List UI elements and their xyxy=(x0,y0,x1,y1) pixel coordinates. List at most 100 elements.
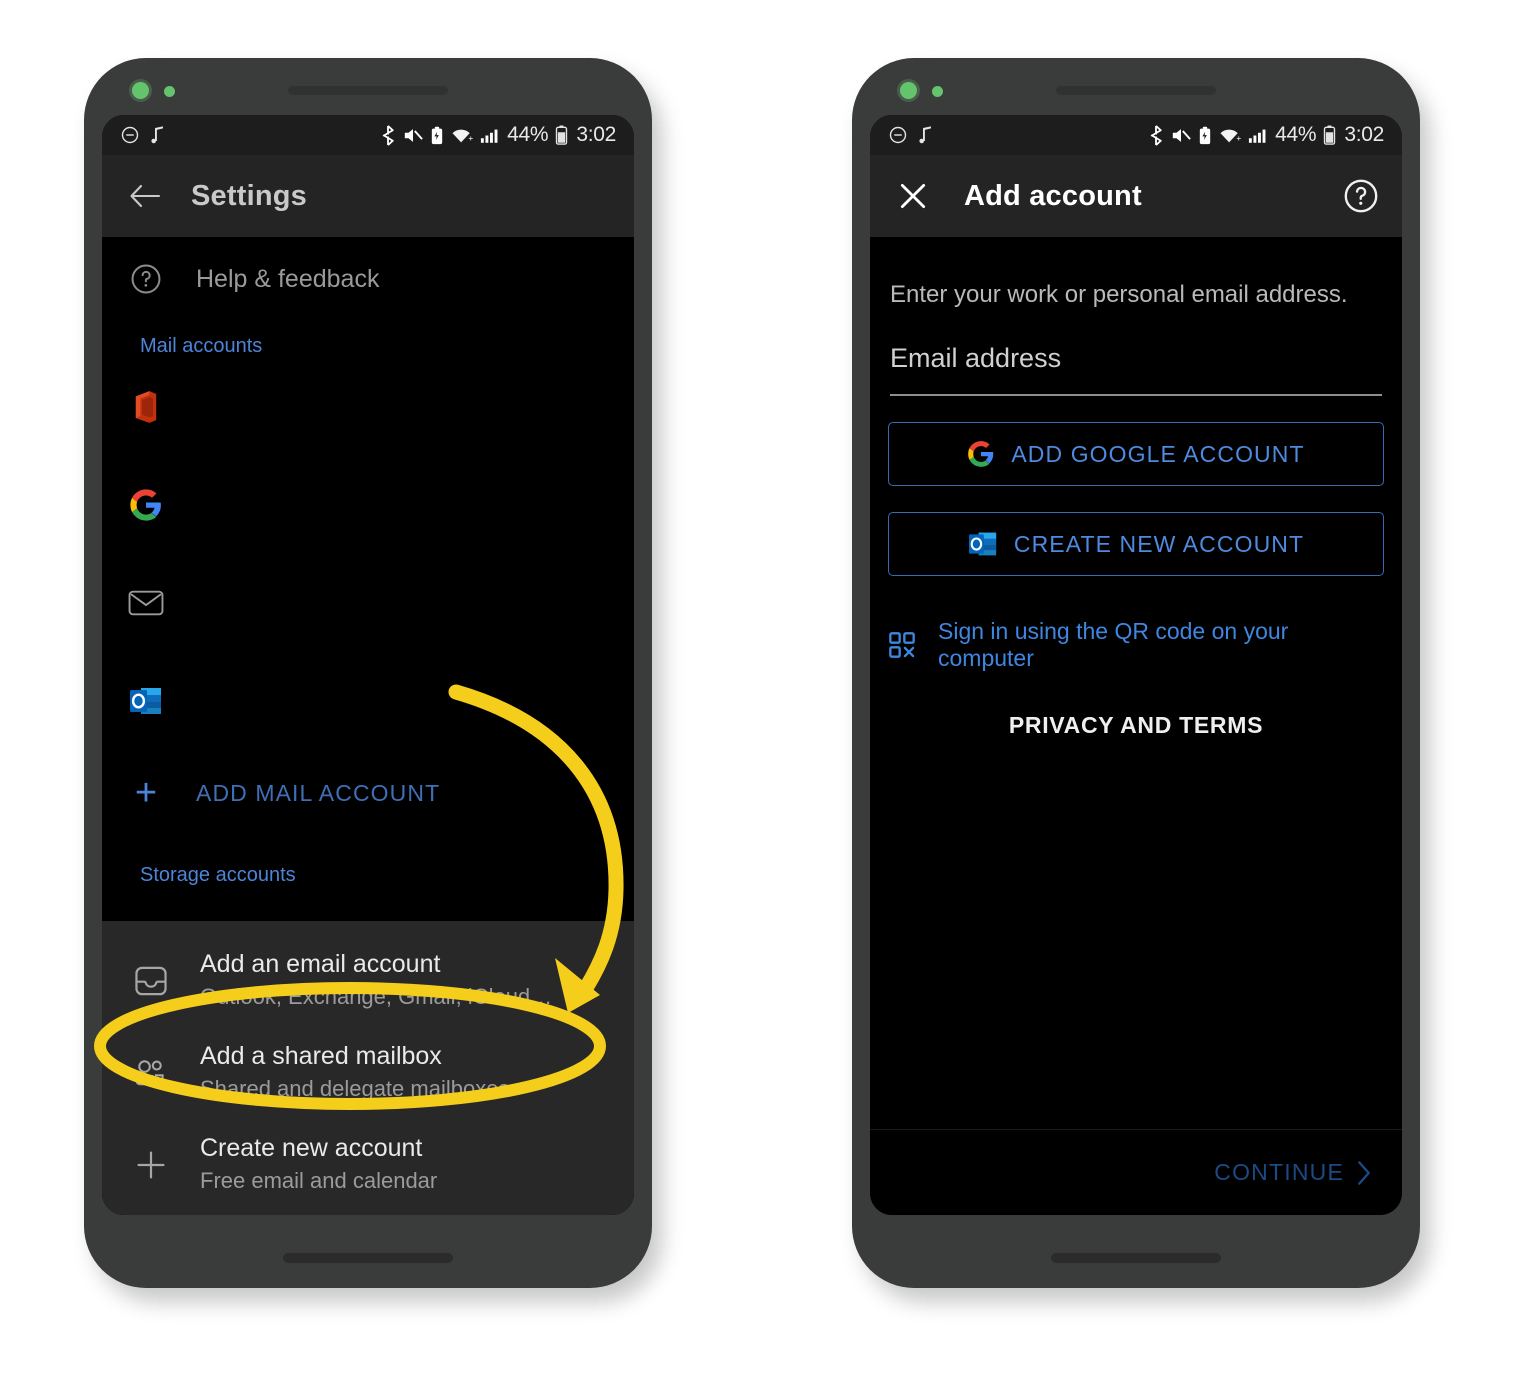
account-row-google[interactable] xyxy=(102,456,634,554)
left-phone-top-bezel xyxy=(84,58,652,118)
email-input-placeholder[interactable]: Email address xyxy=(890,343,1382,374)
add-google-account-label: ADD GOOGLE ACCOUNT xyxy=(1011,440,1305,467)
battery-saver-icon xyxy=(430,126,444,145)
status-bar: + 44% 3:02 xyxy=(102,115,634,155)
battery-percent: 44% xyxy=(1275,123,1317,146)
add-mail-account-label: ADD MAIL ACCOUNT xyxy=(196,779,441,806)
earpiece-speaker xyxy=(288,86,448,95)
plus-icon xyxy=(124,1148,178,1182)
volume-muted-icon xyxy=(403,126,423,145)
wifi-icon: + xyxy=(451,126,473,145)
add-account-bottom-sheet: Add an email account Outlook, Exchange, … xyxy=(102,920,634,1215)
clock: 3:02 xyxy=(1344,123,1384,146)
right-phone-top-bezel xyxy=(852,58,1420,118)
sheet-item-subtitle: Outlook, Exchange, Gmail, iCloud… xyxy=(200,984,553,1010)
status-bar-right-icons: + 44% 3:02 xyxy=(1148,123,1384,147)
sheet-item-subtitle: Shared and delegate mailboxes xyxy=(200,1076,510,1102)
add-account-body: Enter your work or personal email addres… xyxy=(870,237,1402,1215)
qr-code-icon xyxy=(888,631,916,659)
svg-text:+: + xyxy=(1237,134,1242,143)
battery-icon xyxy=(1323,125,1336,145)
sensor-icon xyxy=(932,86,943,97)
help-circle-icon xyxy=(124,262,168,296)
inbox-tray-icon xyxy=(124,963,178,999)
mail-accounts-header: Mail accounts xyxy=(140,335,263,357)
add-mail-account-button[interactable]: + ADD MAIL ACCOUNT xyxy=(102,750,634,836)
sheet-item-add-a-shared-mailbox[interactable]: Add a shared mailbox Shared and delegate… xyxy=(102,1027,634,1119)
right-phone-frame: + 44% 3:02 Add account Enter your work o… xyxy=(852,58,1420,1288)
outlook-icon xyxy=(968,530,998,558)
chevron-right-icon xyxy=(1354,1160,1374,1186)
continue-bar: CONTINUE xyxy=(870,1129,1402,1215)
settings-app-bar: Settings xyxy=(102,155,634,237)
arrow-left-icon[interactable] xyxy=(124,175,166,217)
sheet-item-subtitle: Free email and calendar xyxy=(200,1168,438,1194)
sheet-item-title: Add a shared mailbox xyxy=(200,1041,442,1070)
bluetooth-icon xyxy=(1148,124,1164,146)
sidebar-item-help-feedback[interactable]: Help & feedback xyxy=(102,237,634,321)
music-note-icon xyxy=(150,125,166,145)
left-phone-screen: + 44% 3:02 Settings Help & feedback Mail… xyxy=(102,115,634,1215)
sheet-item-text: Add an email account Outlook, Exchange, … xyxy=(200,949,552,1013)
battery-percent: 44% xyxy=(507,123,549,146)
status-bar-left-icons xyxy=(120,125,166,145)
email-field[interactable]: Email address xyxy=(888,343,1384,396)
svg-text:+: + xyxy=(469,134,474,143)
cellular-signal-icon xyxy=(1248,126,1268,145)
outlook-icon xyxy=(124,685,168,717)
music-note-icon xyxy=(918,125,934,145)
status-bar-right-icons: + 44% 3:02 xyxy=(380,123,616,147)
plus-icon: + xyxy=(134,771,158,814)
qr-signin-label: Sign in using the QR code on your comput… xyxy=(938,618,1289,671)
earpiece-speaker xyxy=(1056,86,1216,95)
storage-accounts-header: Storage accounts xyxy=(140,864,296,886)
continue-button[interactable]: CONTINUE xyxy=(1214,1159,1344,1186)
account-row-office[interactable] xyxy=(102,358,634,456)
office-icon xyxy=(124,390,168,424)
help-circle-icon[interactable] xyxy=(1342,177,1380,215)
sheet-item-title: Add an email account xyxy=(200,949,441,978)
page-title: Add account xyxy=(964,179,1142,212)
wifi-icon: + xyxy=(1219,126,1241,145)
account-row-generic-mail[interactable] xyxy=(102,554,634,652)
dnd-icon xyxy=(120,125,140,145)
sheet-item-add-an-email-account[interactable]: Add an email account Outlook, Exchange, … xyxy=(102,935,634,1027)
volume-muted-icon xyxy=(1171,126,1191,145)
help-feedback-label: Help & feedback xyxy=(196,264,380,293)
add-google-account-button[interactable]: ADD GOOGLE ACCOUNT xyxy=(888,422,1384,486)
bluetooth-icon xyxy=(380,124,396,146)
close-x-icon[interactable] xyxy=(892,175,934,217)
settings-content: Help & feedback Mail accounts + ADD MAIL… xyxy=(102,237,634,1215)
sensor-icon xyxy=(164,86,175,97)
account-row-outlook[interactable] xyxy=(102,652,634,750)
sheet-item-text: Create new account Free email and calend… xyxy=(200,1133,437,1197)
people-group-icon xyxy=(124,1057,178,1089)
status-bar: + 44% 3:02 xyxy=(870,115,1402,155)
clock: 3:02 xyxy=(576,123,616,146)
dnd-icon xyxy=(888,125,908,145)
battery-icon xyxy=(555,125,568,145)
create-new-account-button[interactable]: CREATE NEW ACCOUNT xyxy=(888,512,1384,576)
sheet-item-text: Add a shared mailbox Shared and delegate… xyxy=(200,1041,509,1105)
sheet-item-title: Create new account xyxy=(200,1133,423,1162)
status-bar-left-icons xyxy=(888,125,934,145)
envelope-icon xyxy=(124,588,168,618)
front-camera-icon xyxy=(900,82,917,99)
left-phone-frame: + 44% 3:02 Settings Help & feedback Mail… xyxy=(84,58,652,1288)
front-camera-icon xyxy=(132,82,149,99)
right-phone-screen: + 44% 3:02 Add account Enter your work o… xyxy=(870,115,1402,1215)
page-title: Settings xyxy=(191,179,307,212)
google-icon xyxy=(124,488,168,522)
email-field-underline xyxy=(890,394,1382,396)
email-hint-text: Enter your work or personal email addres… xyxy=(890,281,1348,308)
right-phone-bottom-speaker xyxy=(1051,1253,1221,1263)
cellular-signal-icon xyxy=(480,126,500,145)
add-account-app-bar: Add account xyxy=(870,155,1402,237)
screenshot-stage: + 44% 3:02 Settings Help & feedback Mail… xyxy=(0,0,1536,1386)
sheet-item-create-new-account[interactable]: Create new account Free email and calend… xyxy=(102,1119,634,1211)
qr-signin-link[interactable]: Sign in using the QR code on your comput… xyxy=(888,618,1384,672)
left-phone-bottom-speaker xyxy=(283,1253,453,1263)
privacy-and-terms-link[interactable]: PRIVACY AND TERMS xyxy=(888,712,1384,739)
battery-saver-icon xyxy=(1198,126,1212,145)
create-new-account-label: CREATE NEW ACCOUNT xyxy=(1013,530,1305,557)
